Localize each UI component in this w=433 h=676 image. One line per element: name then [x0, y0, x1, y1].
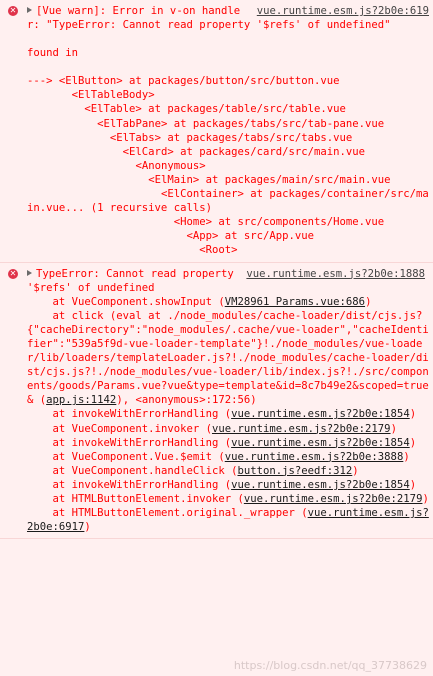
stack-frame-link[interactable]: vue.runtime.esm.js?2b0e:3888: [225, 451, 404, 463]
stack-frame-link[interactable]: vue.runtime.esm.js?2b0e:1854: [231, 408, 410, 420]
tree-line: <Anonymous>: [27, 159, 206, 172]
console-message-vue-warn: ✕ vue.runtime.esm.js?2b0e:619 [Vue warn]…: [0, 0, 433, 263]
stack-frame: at HTMLButtonElement.invoker (vue.runtim…: [27, 493, 429, 505]
tree-line: <ElTabs> at packages/tabs/src/tabs.vue: [27, 131, 353, 144]
watermark: https://blog.csdn.net/qq_37738629: [233, 659, 427, 672]
stack-frame: at VueComponent.Vue.$emit (vue.runtime.e…: [27, 450, 410, 463]
stack-frame: at invokeWithErrorHandling (vue.runtime.…: [27, 436, 417, 449]
console-message-type-error: ✕ vue.runtime.esm.js?2b0e:1888 TypeError…: [0, 263, 433, 540]
tree-line: <ElContainer> at packages/container/src/…: [27, 188, 429, 215]
expand-triangle-icon[interactable]: [27, 7, 32, 13]
tree-line: <ElCard> at packages/card/src/main.vue: [27, 145, 366, 158]
stack-frame: at VueComponent.handleClick (button.js?e…: [27, 464, 359, 477]
stack-frame: at click (eval at ./node_modules/cache-l…: [27, 309, 429, 407]
stack-frame-link[interactable]: VM28961 Params.vue:686: [225, 296, 365, 308]
stack-frame-link[interactable]: vue.runtime.esm.js?2b0e:2179: [212, 423, 391, 435]
stack-frame: at VueComponent.showInput (VM28961 Param…: [27, 295, 372, 308]
source-link[interactable]: vue.runtime.esm.js?2b0e:1888: [246, 267, 425, 281]
tree-line: <ElTabPane> at packages/tabs/src/tab-pan…: [27, 117, 385, 130]
stack-frame-link[interactable]: button.js?eedf:312: [237, 465, 352, 477]
component-tree: ---> <ElButton> at packages/button/src/b…: [27, 74, 429, 257]
stack-frame: at VueComponent.invoker (vue.runtime.esm…: [27, 422, 397, 435]
stack-frame-link[interactable]: app.js:1142: [46, 394, 116, 406]
stack-frame-link[interactable]: vue.runtime.esm.js?2b0e:1854: [231, 479, 410, 491]
tree-line: <Home> at src/components/Home.vue: [27, 216, 385, 229]
found-in-label: found in: [27, 47, 79, 60]
error-icon: ✕: [8, 6, 18, 16]
tree-line: <ElMain> at packages/main/src/main.vue: [27, 173, 391, 186]
stack-trace: at VueComponent.showInput (VM28961 Param…: [0, 295, 429, 535]
tree-line: <App> at src/App.vue: [27, 230, 315, 243]
stack-frame: at invokeWithErrorHandling (vue.runtime.…: [27, 408, 417, 421]
tree-line: ---> <ElButton> at packages/button/src/b…: [27, 75, 340, 88]
stack-frame-link[interactable]: vue.runtime.esm.js?2b0e:1854: [231, 437, 410, 449]
source-link[interactable]: vue.runtime.esm.js?2b0e:619: [257, 4, 429, 18]
stack-frame-link[interactable]: vue.runtime.esm.js?2b0e:2179: [244, 493, 423, 505]
error-text: TypeError: Cannot read property '$refs' …: [27, 267, 241, 294]
expand-triangle-icon[interactable]: [27, 269, 32, 276]
tree-line: <ElTableBody>: [27, 89, 155, 102]
error-icon: ✕: [8, 268, 18, 279]
stack-frame: at HTMLButtonElement.original._wrapper (…: [27, 507, 429, 534]
stack-frame: at invokeWithErrorHandling (vue.runtime.…: [27, 478, 417, 491]
tree-line: <ElTable> at packages/table/src/table.vu…: [27, 103, 346, 116]
tree-line: <Root>: [27, 244, 238, 257]
